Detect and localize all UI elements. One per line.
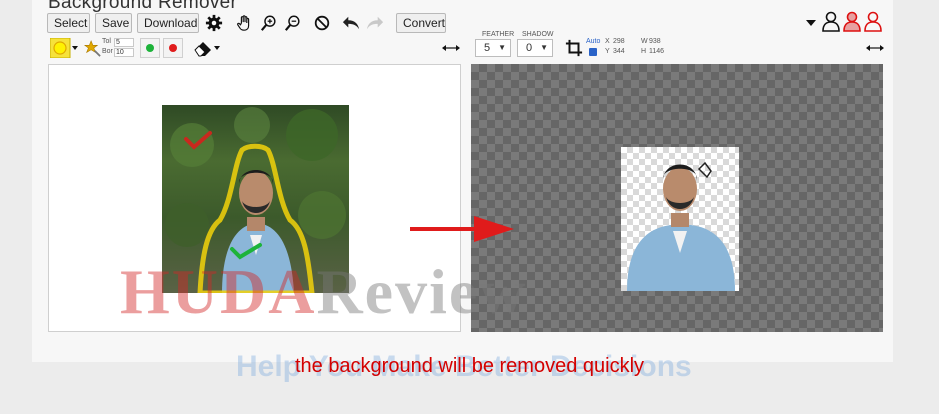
app-title: Background Remover xyxy=(48,0,238,13)
magic-wand-button[interactable] xyxy=(82,38,102,58)
gear-icon xyxy=(205,14,223,32)
shadow-select[interactable]: 0 ▼ xyxy=(517,39,553,57)
chevron-down-icon: ▼ xyxy=(540,43,548,52)
h-value[interactable]: 1146 xyxy=(649,48,664,55)
redo-icon xyxy=(366,16,384,30)
bor-input[interactable]: 10 xyxy=(114,48,134,57)
x-label: X xyxy=(605,38,610,45)
w-label: W xyxy=(641,38,648,45)
settings-button[interactable] xyxy=(204,13,224,33)
x-value[interactable]: 298 xyxy=(613,38,625,45)
result-canvas[interactable] xyxy=(471,64,883,332)
feather-value: 5 xyxy=(484,42,491,54)
person-red-button[interactable] xyxy=(842,11,862,32)
download-button[interactable]: Download xyxy=(137,13,199,33)
yellow-circle-icon xyxy=(50,38,78,58)
eraser-button[interactable] xyxy=(192,38,222,58)
tol-label: Tol xyxy=(102,38,111,45)
pan-button[interactable] xyxy=(235,13,255,33)
menu-dropdown-button[interactable] xyxy=(801,13,821,33)
person-button[interactable] xyxy=(821,11,841,32)
select-button[interactable]: Select xyxy=(47,13,90,33)
feather-label: FEATHER xyxy=(482,31,515,38)
save-button[interactable]: Save xyxy=(95,13,132,33)
keep-marker-button[interactable] xyxy=(140,38,160,58)
h-label: H xyxy=(641,48,647,55)
dropdown-icon xyxy=(806,20,816,26)
chevron-down-icon: ▼ xyxy=(498,43,506,52)
zoom-out-icon xyxy=(284,15,300,31)
crop-icon xyxy=(565,39,583,57)
expand-arrows-icon xyxy=(866,45,884,51)
expand-arrows-icon xyxy=(442,45,460,51)
y-value[interactable]: 344 xyxy=(613,48,625,55)
arrow-right-icon xyxy=(410,216,514,242)
user-red-outline-icon xyxy=(864,11,882,32)
clear-button[interactable] xyxy=(312,13,332,33)
eraser-icon xyxy=(194,42,220,57)
brush-color-button[interactable] xyxy=(50,38,80,58)
crop-button[interactable] xyxy=(564,38,584,58)
shadow-value: 0 xyxy=(526,42,533,54)
w-value[interactable]: 938 xyxy=(649,38,661,45)
zoom-in-icon xyxy=(260,15,276,31)
hand-icon xyxy=(237,15,250,31)
zoom-in-button[interactable] xyxy=(259,13,279,33)
zoom-out-button[interactable] xyxy=(283,13,303,33)
person-red-outline-button[interactable] xyxy=(863,11,883,32)
redo-button[interactable] xyxy=(365,13,385,33)
tol-input[interactable]: 5 xyxy=(114,38,134,47)
auto-label: Auto xyxy=(586,38,601,45)
green-dot-icon xyxy=(146,44,154,52)
no-icon xyxy=(314,15,330,31)
user-outline-icon xyxy=(822,11,840,32)
auto-checkbox[interactable] xyxy=(589,48,597,56)
expand-left-button[interactable] xyxy=(440,38,462,58)
watermark-logo: HUDAReview xyxy=(120,256,528,327)
remove-marker-button[interactable] xyxy=(163,38,183,58)
result-photo xyxy=(621,147,739,291)
y-label: Y xyxy=(605,48,610,55)
feather-select[interactable]: 5 ▼ xyxy=(475,39,511,57)
red-dot-icon xyxy=(169,44,177,52)
undo-button[interactable] xyxy=(341,13,361,33)
undo-icon xyxy=(342,16,360,30)
bor-label: Bor xyxy=(102,48,113,55)
caption-text: the background will be removed quickly xyxy=(294,355,645,377)
magic-wand-icon xyxy=(83,40,101,57)
user-red-icon xyxy=(843,11,861,32)
expand-right-button[interactable] xyxy=(864,38,886,58)
convert-button[interactable]: Convert xyxy=(396,13,446,33)
shadow-label: SHADOW xyxy=(522,31,554,38)
